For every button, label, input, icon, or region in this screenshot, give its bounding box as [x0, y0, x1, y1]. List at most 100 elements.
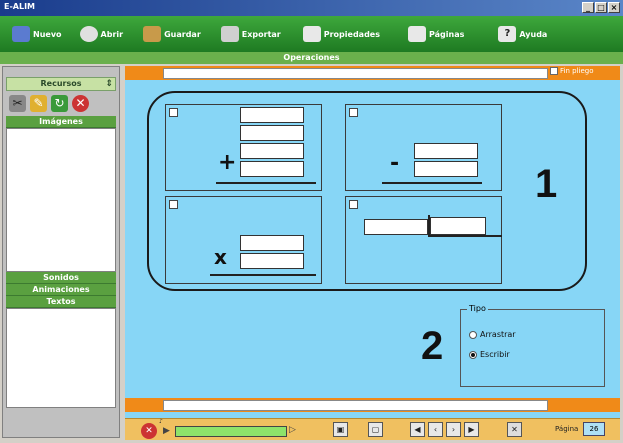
type-legend: Tipo [467, 304, 488, 313]
first-page-button[interactable]: ◀ [410, 422, 425, 437]
main-toolbar: Nuevo Abrir Guardar Exportar Propiedades… [0, 16, 623, 52]
section-title: Operaciones [0, 52, 623, 64]
navigator-bar: ✕ ♪ ▶ ▷ ▣ ▢ ◀ ‹ › ▶ ✕ Página 26 [125, 418, 620, 440]
help-label: Ayuda [519, 29, 548, 39]
resources-header[interactable]: Recursos ⇕ [6, 77, 116, 91]
bottom-text-field[interactable] [163, 400, 548, 411]
texts-list[interactable] [6, 308, 116, 408]
save-icon [143, 26, 162, 42]
delete-icon[interactable]: ✕ [72, 95, 89, 112]
subtrahend-field[interactable] [414, 161, 478, 177]
card-checkbox[interactable] [349, 108, 358, 117]
open-icon [79, 26, 98, 42]
drag-option[interactable]: Arrastrar [469, 330, 516, 339]
help-button[interactable]: ? Ayuda [498, 26, 547, 42]
factor-field[interactable] [240, 253, 304, 269]
difference-line [382, 182, 482, 184]
stop-icon[interactable]: ✕ [141, 423, 157, 439]
pages-button[interactable]: Páginas [408, 26, 464, 42]
refresh-icon[interactable]: ↻ [51, 95, 68, 112]
sounds-section[interactable]: Sonidos [6, 272, 116, 284]
play-icon[interactable]: ▶ [163, 426, 170, 436]
window-controls: _ □ × [582, 2, 620, 13]
sound-player: ✕ ♪ ▶ ▷ [139, 418, 299, 439]
images-list[interactable] [6, 128, 116, 272]
open-button[interactable]: Abrir [79, 26, 124, 42]
resource-tools: ✂ ✎ ↻ ✕ [3, 91, 119, 116]
divisor-field[interactable] [430, 217, 486, 235]
window-title: E-ALIM [4, 2, 36, 11]
addition-card[interactable]: + [165, 104, 322, 191]
export-icon [220, 26, 239, 42]
card-checkbox[interactable] [169, 108, 178, 117]
page-label: Página [555, 425, 579, 433]
properties-button[interactable]: Propiedades [302, 26, 380, 42]
cut-icon[interactable]: ✂ [9, 95, 26, 112]
addend-field[interactable] [240, 125, 304, 141]
new-icon [12, 26, 30, 42]
radio-icon[interactable] [469, 350, 477, 359]
export-button[interactable]: Exportar [220, 26, 281, 42]
sound-progress[interactable] [175, 426, 287, 437]
images-section[interactable]: Imágenes [6, 116, 116, 128]
animations-section[interactable]: Animaciones [6, 284, 116, 296]
addend-field[interactable] [240, 143, 304, 159]
division-bracket-horizontal [428, 235, 502, 237]
card-checkbox[interactable] [349, 200, 358, 209]
addend-field[interactable] [240, 107, 304, 123]
chevron-icon[interactable]: ⇕ [105, 78, 113, 90]
top-text-field[interactable] [163, 68, 548, 79]
save-button[interactable]: Guardar [143, 26, 201, 42]
new-label: Nuevo [33, 29, 62, 39]
drag-label: Arrastrar [480, 330, 516, 339]
page-number-field[interactable]: 26 [583, 422, 605, 436]
radio-icon[interactable] [469, 330, 477, 339]
export-label: Exportar [241, 29, 281, 39]
card-checkbox[interactable] [169, 200, 178, 209]
new-page-icon[interactable]: ▢ [368, 422, 383, 437]
fin-label: Fin pliego [560, 67, 594, 75]
last-page-button[interactable]: ▶ [464, 422, 479, 437]
save-label: Guardar [164, 29, 201, 39]
maximize-button[interactable]: □ [595, 2, 607, 13]
prev-page-button[interactable]: ‹ [428, 422, 443, 437]
label-1: 1 [535, 162, 558, 206]
save-page-icon[interactable]: ▣ [333, 422, 348, 437]
division-bracket-vertical [428, 215, 430, 237]
open-label: Abrir [100, 29, 124, 39]
write-label: Escribir [480, 350, 510, 359]
next-page-button[interactable]: › [446, 422, 461, 437]
write-option[interactable]: Escribir [469, 350, 510, 359]
fin-checkbox[interactable] [550, 67, 558, 75]
addend-field[interactable] [240, 161, 304, 177]
properties-icon [302, 26, 321, 42]
pages-label: Páginas [429, 29, 465, 39]
product-line [210, 274, 316, 276]
resources-label: Recursos [40, 79, 82, 88]
sum-line [216, 182, 316, 184]
title-bar: E-ALIM _ □ × [0, 0, 623, 16]
times-sign: x [214, 245, 227, 269]
label-2: 2 [421, 324, 444, 368]
work-area: Fin pliego + - x 1 2 Tipo Arrastrar Escr… [125, 66, 620, 438]
minus-sign: - [390, 151, 400, 176]
minimize-button[interactable]: _ [582, 2, 594, 13]
edit-icon[interactable]: ✎ [30, 95, 47, 112]
minuend-field[interactable] [414, 143, 478, 159]
close-button[interactable]: × [608, 2, 620, 13]
dividend-field[interactable] [364, 219, 428, 235]
properties-label: Propiedades [323, 29, 380, 39]
plus-sign: + [218, 150, 237, 175]
subtraction-card[interactable]: - [345, 104, 502, 191]
new-button[interactable]: Nuevo [12, 26, 62, 42]
type-groupbox: Tipo Arrastrar Escribir [460, 304, 605, 387]
texts-section[interactable]: Textos [6, 296, 116, 308]
factor-field[interactable] [240, 235, 304, 251]
multiplication-card[interactable]: x [165, 196, 322, 284]
top-orange-bar: Fin pliego [125, 66, 620, 80]
end-icon[interactable]: ▷ [289, 425, 296, 435]
fin-pliego[interactable]: Fin pliego [550, 67, 594, 75]
division-card[interactable] [345, 196, 502, 284]
delete-page-icon[interactable]: ✕ [507, 422, 522, 437]
resources-panel: Recursos ⇕ ✂ ✎ ↻ ✕ Imágenes Sonidos Anim… [2, 66, 120, 438]
